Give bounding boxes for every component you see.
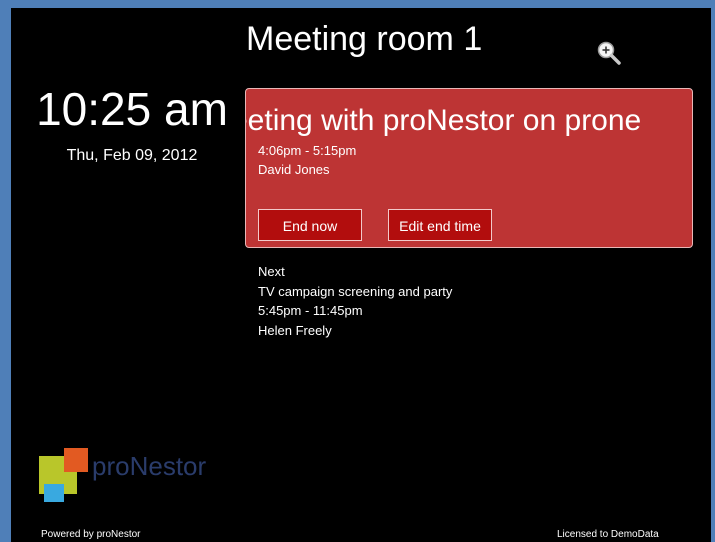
zoom-in-icon[interactable]: [596, 40, 622, 66]
end-now-button[interactable]: End now: [258, 209, 362, 241]
next-meeting-time: 5:45pm - 11:45pm: [258, 303, 363, 318]
window-frame-top: [0, 0, 715, 8]
room-title: Meeting room 1: [246, 20, 483, 58]
current-meeting-title: Meeting with proNestor on prone: [246, 104, 642, 137]
current-date: Thu, Feb 09, 2012: [66, 147, 198, 164]
brand-logo-text: proNestor: [92, 451, 207, 481]
next-meeting-title: TV campaign screening and party: [258, 283, 453, 299]
edit-end-time-button[interactable]: Edit end time: [388, 209, 492, 241]
license-text: Licensed to DemoData: [557, 529, 659, 540]
next-meeting-heading: Next: [258, 264, 285, 279]
next-meeting-organizer: Helen Freely: [258, 322, 332, 338]
current-meeting-organizer: David Jones: [258, 162, 330, 177]
window-frame-right: [711, 0, 715, 542]
current-meeting-card: Meeting with proNestor on prone 4:06pm -…: [245, 88, 693, 248]
powered-by-text: Powered by proNestor: [41, 529, 141, 540]
current-time: 10:25 am: [36, 83, 228, 135]
current-meeting-title-marquee: Meeting with proNestor on prone: [246, 103, 692, 139]
next-meeting: Next TV campaign screening and party 5:4…: [258, 262, 452, 340]
window-frame-left: [0, 0, 11, 542]
current-meeting-time: 4:06pm - 5:15pm: [258, 143, 357, 158]
